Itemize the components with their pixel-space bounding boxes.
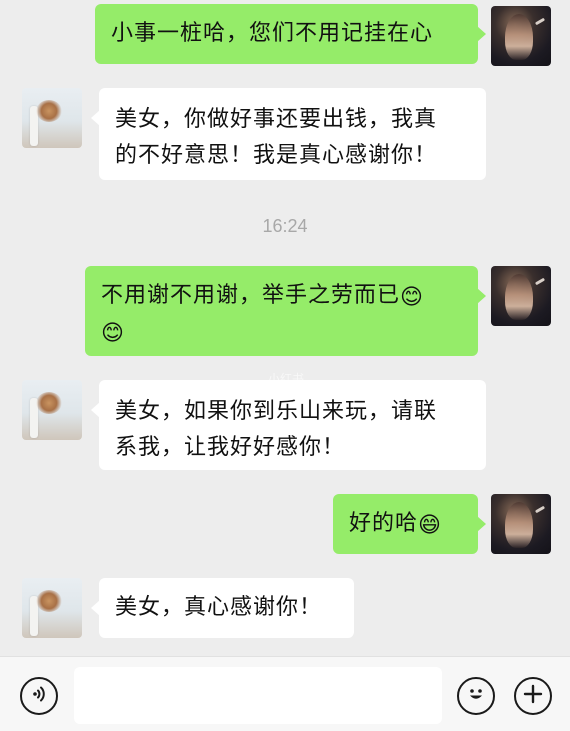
grin-emoji-icon: 😄	[418, 513, 442, 538]
my-avatar[interactable]	[491, 266, 551, 326]
message-text: 好的哈	[349, 511, 419, 536]
message-bubble-sent[interactable]: 不用谢不用谢，举手之劳而已😊 😊	[85, 266, 486, 356]
plus-icon	[522, 683, 544, 709]
message-input[interactable]	[74, 667, 442, 724]
smile-emoji-icon: 😊	[101, 321, 125, 346]
message-text-line: 不用谢不用谢，举手之劳而已😊	[101, 278, 468, 314]
emoji-icon	[464, 682, 488, 710]
message-row: 小事一桩哈，您们不用记挂在心	[0, 4, 570, 68]
message-text-line: 😊	[101, 314, 468, 350]
message-bubble-received[interactable]: 美女，真心感谢你！	[91, 578, 354, 638]
contact-avatar[interactable]	[22, 88, 82, 148]
input-bar	[0, 656, 570, 731]
message-bubble-received[interactable]: 美女，如果你到乐山来玩，请联 系我，让我好好感你！	[91, 380, 486, 470]
my-avatar[interactable]	[491, 494, 551, 554]
message-row: 美女，真心感谢你！	[0, 578, 570, 640]
voice-icon	[29, 684, 49, 708]
timestamp: 16:24	[262, 216, 308, 236]
message-text: 小事一桩哈，您们不用记挂在心	[111, 21, 434, 46]
contact-avatar[interactable]	[22, 578, 82, 638]
message-text-line: 系我，让我好好感你！	[115, 435, 346, 460]
message-row: 不用谢不用谢，举手之劳而已😊 😊	[0, 266, 570, 358]
message-row: 美女，如果你到乐山来玩，请联 系我，让我好好感你！	[0, 380, 570, 472]
voice-input-button[interactable]	[20, 677, 58, 715]
my-avatar[interactable]	[491, 6, 551, 66]
message-row: 好的哈😄	[0, 494, 570, 556]
message-text-line: 美女，如果你到乐山来玩，请联	[115, 399, 438, 424]
message-text: 美女，真心感谢你！	[115, 595, 323, 620]
contact-avatar[interactable]	[22, 380, 82, 440]
message-row: 美女，你做好事还要出钱，我真 的不好意思！我是真心感谢你！	[0, 88, 570, 182]
more-button[interactable]	[514, 677, 552, 715]
message-text-line: 的不好意思！我是真心感谢你！	[115, 143, 438, 168]
message-bubble-sent[interactable]: 小事一桩哈，您们不用记挂在心	[95, 4, 486, 64]
message-text: 不用谢不用谢，举手之劳而已	[101, 283, 401, 308]
chat-area[interactable]: 小事一桩哈，您们不用记挂在心 美女，你做好事还要出钱，我真 的不好意思！我是真心…	[0, 0, 570, 656]
message-bubble-sent[interactable]: 好的哈😄	[333, 494, 486, 554]
message-bubble-received[interactable]: 美女，你做好事还要出钱，我真 的不好意思！我是真心感谢你！	[91, 88, 486, 180]
smile-emoji-icon: 😊	[400, 285, 424, 310]
emoji-button[interactable]	[457, 677, 495, 715]
message-text-line: 美女，你做好事还要出钱，我真	[115, 107, 438, 132]
